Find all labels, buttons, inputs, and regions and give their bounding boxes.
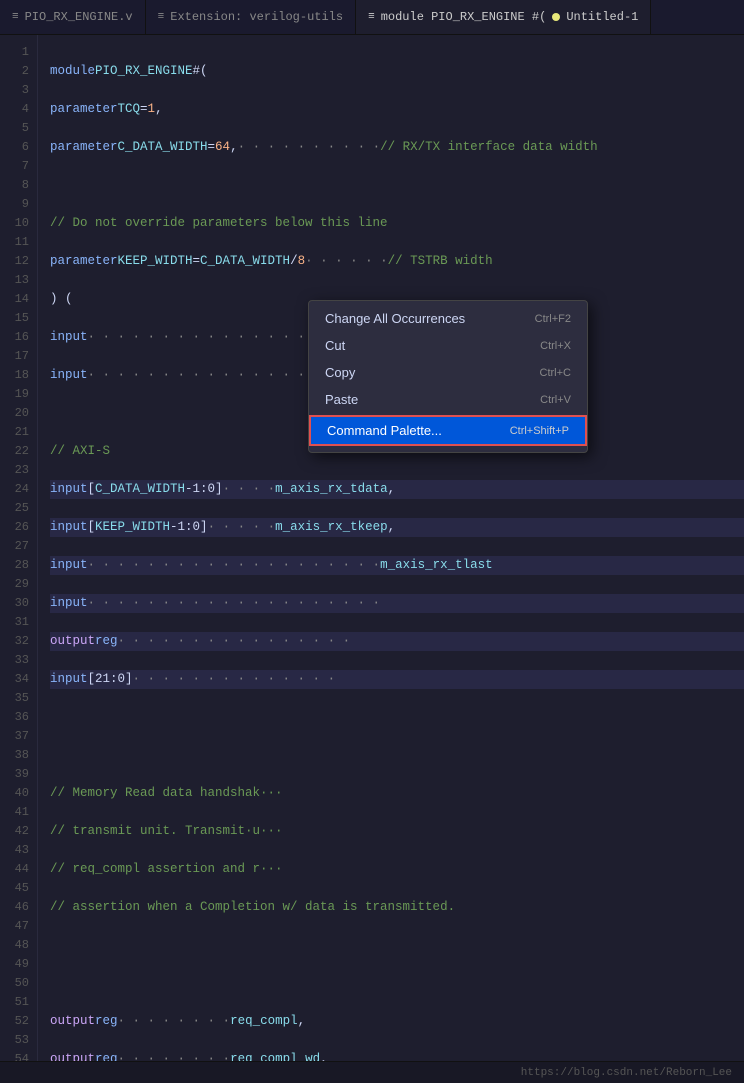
menu-label-cut: Cut xyxy=(325,338,345,353)
menu-shortcut-cut: Ctrl+X xyxy=(540,340,571,352)
menu-item-copy[interactable]: Copy Ctrl+C xyxy=(309,359,587,386)
tab-label-3: module PIO_RX_ENGINE #( xyxy=(381,10,547,24)
code-line-27: output reg · · · · · · · · req_compl_wd, xyxy=(50,1050,744,1061)
menu-shortcut-change-all: Ctrl+F2 xyxy=(535,313,571,325)
menu-label-paste: Paste xyxy=(325,392,358,407)
menu-label-change-all: Change All Occurrences xyxy=(325,311,465,326)
line-numbers: 1234 5678 9101112 13141516 17181920 2122… xyxy=(0,35,38,1061)
code-line-3: parameter C_DATA_WIDTH = 64, · · · · · ·… xyxy=(50,138,744,157)
code-line-18 xyxy=(50,708,744,727)
code-line-1: module PIO_RX_ENGINE #( xyxy=(50,62,744,81)
menu-item-paste[interactable]: Paste Ctrl+V xyxy=(309,386,587,413)
code-line-14: input · · · · · · · · · · · · · · · · · … xyxy=(50,556,744,575)
menu-shortcut-paste: Ctrl+V xyxy=(540,394,571,406)
menu-shortcut-command-palette: Ctrl+Shift+P xyxy=(510,425,569,437)
tab-icon-2: ≡ xyxy=(158,11,165,23)
status-url: https://blog.csdn.net/Reborn_Lee xyxy=(521,1067,732,1079)
tab-label-2: Extension: verilog-utils xyxy=(170,10,343,24)
code-line-5: // Do not override parameters below this… xyxy=(50,214,744,233)
code-line-2: parameter TCQ = 1, xyxy=(50,100,744,119)
code-line-25 xyxy=(50,974,744,993)
code-line-22: // req_compl assertion and r··· xyxy=(50,860,744,879)
code-line-26: output reg · · · · · · · · req_compl, xyxy=(50,1012,744,1031)
editor: 1234 5678 9101112 13141516 17181920 2122… xyxy=(0,35,744,1061)
context-menu: Change All Occurrences Ctrl+F2 Cut Ctrl+… xyxy=(308,300,588,453)
code-line-23: // assertion when a Completion w/ data i… xyxy=(50,898,744,917)
tab-dirty-indicator xyxy=(552,13,560,21)
menu-label-command-palette: Command Palette... xyxy=(327,423,442,438)
code-line-24 xyxy=(50,936,744,955)
menu-label-copy: Copy xyxy=(325,365,355,380)
code-line-19 xyxy=(50,746,744,765)
code-line-13: input [KEEP_WIDTH-1:0] · · · · · m_axis_… xyxy=(50,518,744,537)
code-line-20: // Memory Read data handshak··· xyxy=(50,784,744,803)
tab-pio-rx-engine-v[interactable]: ≡ PIO_RX_ENGINE.v xyxy=(0,0,146,34)
code-line-4 xyxy=(50,176,744,195)
tab-icon-1: ≡ xyxy=(12,11,19,23)
code-line-16: output reg · · · · · · · · · · · · · · ·… xyxy=(50,632,744,651)
code-line-21: // transmit unit. Transmit·u··· xyxy=(50,822,744,841)
code-line-12: input [C_DATA_WIDTH-1:0] · · · · m_axis_… xyxy=(50,480,744,499)
tab-filename: Untitled-1 xyxy=(566,10,638,24)
tab-bar: ≡ PIO_RX_ENGINE.v ≡ Extension: verilog-u… xyxy=(0,0,744,35)
menu-item-change-all[interactable]: Change All Occurrences Ctrl+F2 xyxy=(309,305,587,332)
status-bar: https://blog.csdn.net/Reborn_Lee xyxy=(0,1061,744,1083)
tab-label-1: PIO_RX_ENGINE.v xyxy=(25,10,133,24)
code-line-17: input [21:0] · · · · · · · · · · · · · · xyxy=(50,670,744,689)
code-line-15: input · · · · · · · · · · · · · · · · · … xyxy=(50,594,744,613)
code-line-6: parameter KEEP_WIDTH = C_DATA_WIDTH / 8 … xyxy=(50,252,744,271)
menu-shortcut-copy: Ctrl+C xyxy=(540,367,571,379)
code-area: 1234 5678 9101112 13141516 17181920 2122… xyxy=(0,35,744,1061)
tab-icon-3: ≡ xyxy=(368,11,375,23)
tab-module-pio[interactable]: ≡ module PIO_RX_ENGINE #( Untitled-1 xyxy=(356,0,651,34)
menu-item-command-palette[interactable]: Command Palette... Ctrl+Shift+P xyxy=(309,415,587,446)
tab-extension-verilog[interactable]: ≡ Extension: verilog-utils xyxy=(146,0,356,34)
menu-item-cut[interactable]: Cut Ctrl+X xyxy=(309,332,587,359)
code-content[interactable]: module PIO_RX_ENGINE #( parameter TCQ = … xyxy=(38,35,744,1061)
